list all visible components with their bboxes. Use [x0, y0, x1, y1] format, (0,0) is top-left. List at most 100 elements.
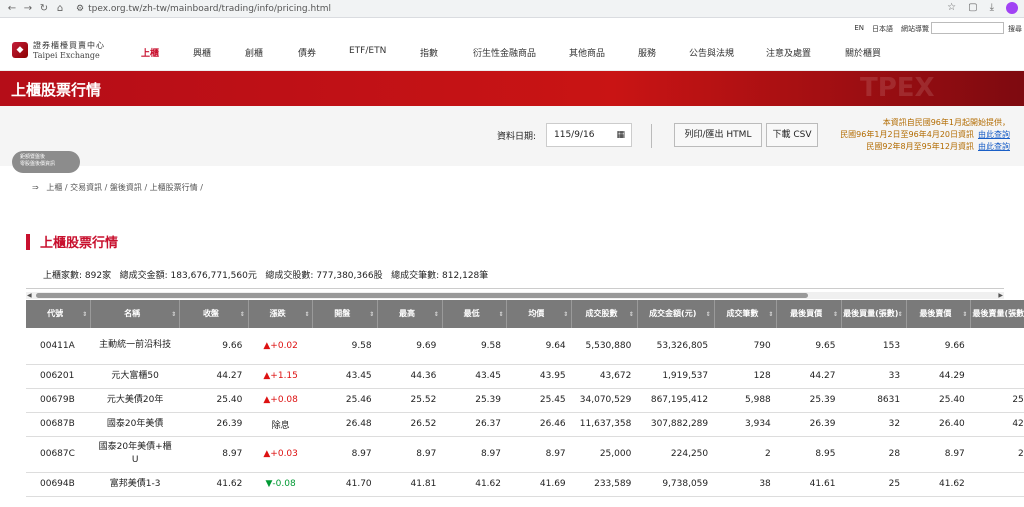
sort-icon[interactable]: ⇕ [833, 310, 838, 320]
sort-icon[interactable]: ⇕ [369, 310, 374, 320]
column-header-label: 開盤 [334, 309, 351, 318]
column-header[interactable]: 代號 ⇕ [26, 300, 92, 328]
column-header[interactable]: 漲跌 ⇕ [248, 300, 314, 328]
column-header[interactable]: 開盤 ⇕ [312, 300, 379, 328]
table-row[interactable]: 00694B 富邦美債1-3 41.62 ▼-0.08 41.70 41.81 41.62 4… [26, 472, 1024, 497]
home-icon[interactable]: ⌂ [52, 3, 68, 14]
column-header[interactable]: 最後賣量(張數)⇕ [970, 300, 1024, 328]
column-header[interactable]: 最高 ⇕ [377, 300, 443, 328]
table-horizontal-scrollbar[interactable]: ◀ ▶ [26, 292, 1004, 299]
back-icon[interactable]: ← [4, 3, 20, 14]
nav-item-etf-etn[interactable]: ETF/ETN [349, 46, 386, 56]
table-cell: 26.46 [506, 412, 572, 437]
nav-item-bonds[interactable]: 債券 [298, 46, 316, 59]
sort-icon[interactable]: ⇕ [629, 310, 634, 320]
sort-icon[interactable]: ⇕ [563, 310, 568, 320]
scroll-thumb[interactable] [36, 293, 808, 298]
table-cell: ▲+0.02 [248, 328, 313, 365]
lang-en-link[interactable]: EN [854, 24, 864, 34]
column-header[interactable]: 成交筆數 ⇕ [714, 300, 778, 328]
print-html-button[interactable]: 列印/匯出 HTML [674, 123, 762, 147]
table-cell: 9.58 [442, 328, 507, 365]
logo-mark-icon: ◆ [12, 42, 28, 58]
column-header[interactable]: 最後買價 ⇕ [776, 300, 842, 328]
calendar-icon[interactable]: ▦ [616, 130, 625, 140]
logo-name-zh: 證券櫃檯買賣中心 [33, 41, 105, 50]
table-row[interactable]: 00411A 主動統一前沿科技 9.66 ▲+0.02 9.58 9.69 9.58 9.64… [26, 328, 1024, 365]
column-header[interactable]: 最後買量(張數) ⇕ [841, 300, 907, 328]
column-header[interactable]: 最後賣價 ⇕ [906, 300, 972, 328]
table-cell: 25.40 [179, 388, 249, 413]
nav-item-otc[interactable]: 上櫃 [141, 46, 160, 73]
table-cell: 8.97 [506, 436, 572, 473]
table-cell: 26.37 [442, 412, 507, 437]
sort-icon[interactable]: ⇕ [240, 310, 245, 320]
download-csv-button[interactable]: 下載 CSV [766, 123, 818, 147]
nav-item-about[interactable]: 關於櫃買 [845, 46, 881, 59]
date-input[interactable]: 115/9/16 ▦ [546, 123, 632, 147]
breadcrumb-text[interactable]: 上櫃 / 交易資訊 / 盤後資訊 / 上櫃股票行情 / [46, 183, 203, 192]
table-cell: 25.46 [312, 388, 378, 413]
site-search-button[interactable]: 搜尋 [1008, 24, 1022, 34]
table-row[interactable]: 00687C 國泰20年美債+櫃U 8.97 ▲+0.03 8.97 8.97 8.97 8.… [26, 436, 1024, 473]
column-header[interactable]: 收盤 ⇕ [179, 300, 249, 328]
scroll-right-icon[interactable]: ▶ [998, 292, 1003, 299]
column-header[interactable]: 均價 ⇕ [506, 300, 573, 328]
table-cell: 2 [714, 436, 777, 473]
sort-icon[interactable]: ⇕ [82, 310, 87, 320]
site-info-icon[interactable]: ⚙ [76, 4, 84, 14]
scroll-left-icon[interactable]: ◀ [27, 292, 32, 299]
nav-item-services[interactable]: 服務 [638, 46, 656, 59]
tpex-logo[interactable]: ◆ 證券櫃檯買賣中心 Taipei Exchange [12, 40, 105, 60]
nav-item-emerging[interactable]: 興櫃 [193, 46, 211, 59]
column-header-label: 成交筆數 [726, 309, 759, 318]
download-icon[interactable]: ⤓ [990, 2, 994, 14]
table-row[interactable]: 006201 元大富櫃50 44.27 ▲+1.15 43.45 44.36 43.45 43… [26, 364, 1024, 389]
nav-item-announcements[interactable]: 公告與法規 [689, 46, 734, 59]
nav-item-index[interactable]: 指數 [420, 46, 438, 59]
sitemap-link[interactable]: 網站導覽 [901, 24, 929, 34]
block-trade-quick-link[interactable]: 鉅額暨盤後 零股盤後價資訊 [12, 151, 80, 173]
notice-link-1[interactable]: 由此查詢 [978, 130, 1010, 139]
nav-item-attention[interactable]: 注意及處置 [766, 46, 811, 59]
notice-link-2[interactable]: 由此查詢 [978, 142, 1010, 151]
bookmark-star-icon[interactable]: ☆ [947, 2, 956, 14]
extensions-icon[interactable]: ▢ [968, 2, 977, 14]
sort-icon[interactable]: ⇕ [434, 310, 439, 320]
sort-icon[interactable]: ⇕ [498, 310, 503, 320]
table-cell: 153 [841, 328, 907, 365]
table-cell: 34,070,529 [571, 388, 638, 413]
column-header[interactable]: 最低 ⇕ [442, 300, 508, 328]
table-cell: 41.62 [179, 472, 249, 497]
table-row[interactable]: 00687B 國泰20年美債 26.39 除息 26.48 26.52 26.37 26.46… [26, 412, 1024, 437]
table-cell: 43.95 [506, 364, 572, 389]
sort-icon[interactable]: ⇕ [898, 310, 903, 320]
column-header[interactable]: 名稱 ⇕ [90, 300, 181, 328]
table-cell: 44.29 [906, 364, 971, 389]
table-cell: 元大美債20年 [90, 388, 180, 413]
section-heading: 上櫃股票行情 [26, 232, 118, 251]
sort-icon[interactable]: ⇕ [768, 310, 773, 320]
column-header[interactable]: 成交股數 ⇕ [571, 300, 638, 328]
table-cell: 8.97 [442, 436, 507, 473]
table-cell: 1 [970, 364, 1024, 389]
table-row[interactable]: 00679B 元大美債20年 25.40 ▲+0.08 25.46 25.52 25.39 2… [26, 388, 1024, 413]
nav-item-other-products[interactable]: 其他商品 [569, 46, 605, 59]
table-cell: 00694B [26, 472, 91, 497]
nav-item-gisa[interactable]: 創櫃 [245, 46, 263, 59]
site-search-input[interactable] [931, 22, 1004, 34]
nav-item-derivatives[interactable]: 衍生性金融商品 [473, 46, 536, 59]
notice-line-3: 民國92年8月至95年12月資訊 [866, 142, 974, 151]
reload-icon[interactable]: ↻ [36, 3, 52, 14]
table-cell: 44.27 [179, 364, 249, 389]
forward-icon[interactable]: → [20, 3, 36, 14]
sort-icon[interactable]: ⇕ [304, 310, 309, 320]
column-header[interactable]: 成交金額(元) ⇕ [637, 300, 715, 328]
profile-avatar[interactable] [1006, 2, 1018, 14]
address-bar[interactable]: ⚙ tpex.org.tw/zh-tw/mainboard/trading/inf… [76, 4, 331, 14]
sort-icon[interactable]: ⇕ [171, 310, 176, 320]
sort-icon[interactable]: ⇕ [706, 310, 711, 320]
table-cell: 41.70 [312, 472, 378, 497]
sort-icon[interactable]: ⇕ [962, 310, 967, 320]
lang-ja-link[interactable]: 日本語 [872, 24, 893, 34]
